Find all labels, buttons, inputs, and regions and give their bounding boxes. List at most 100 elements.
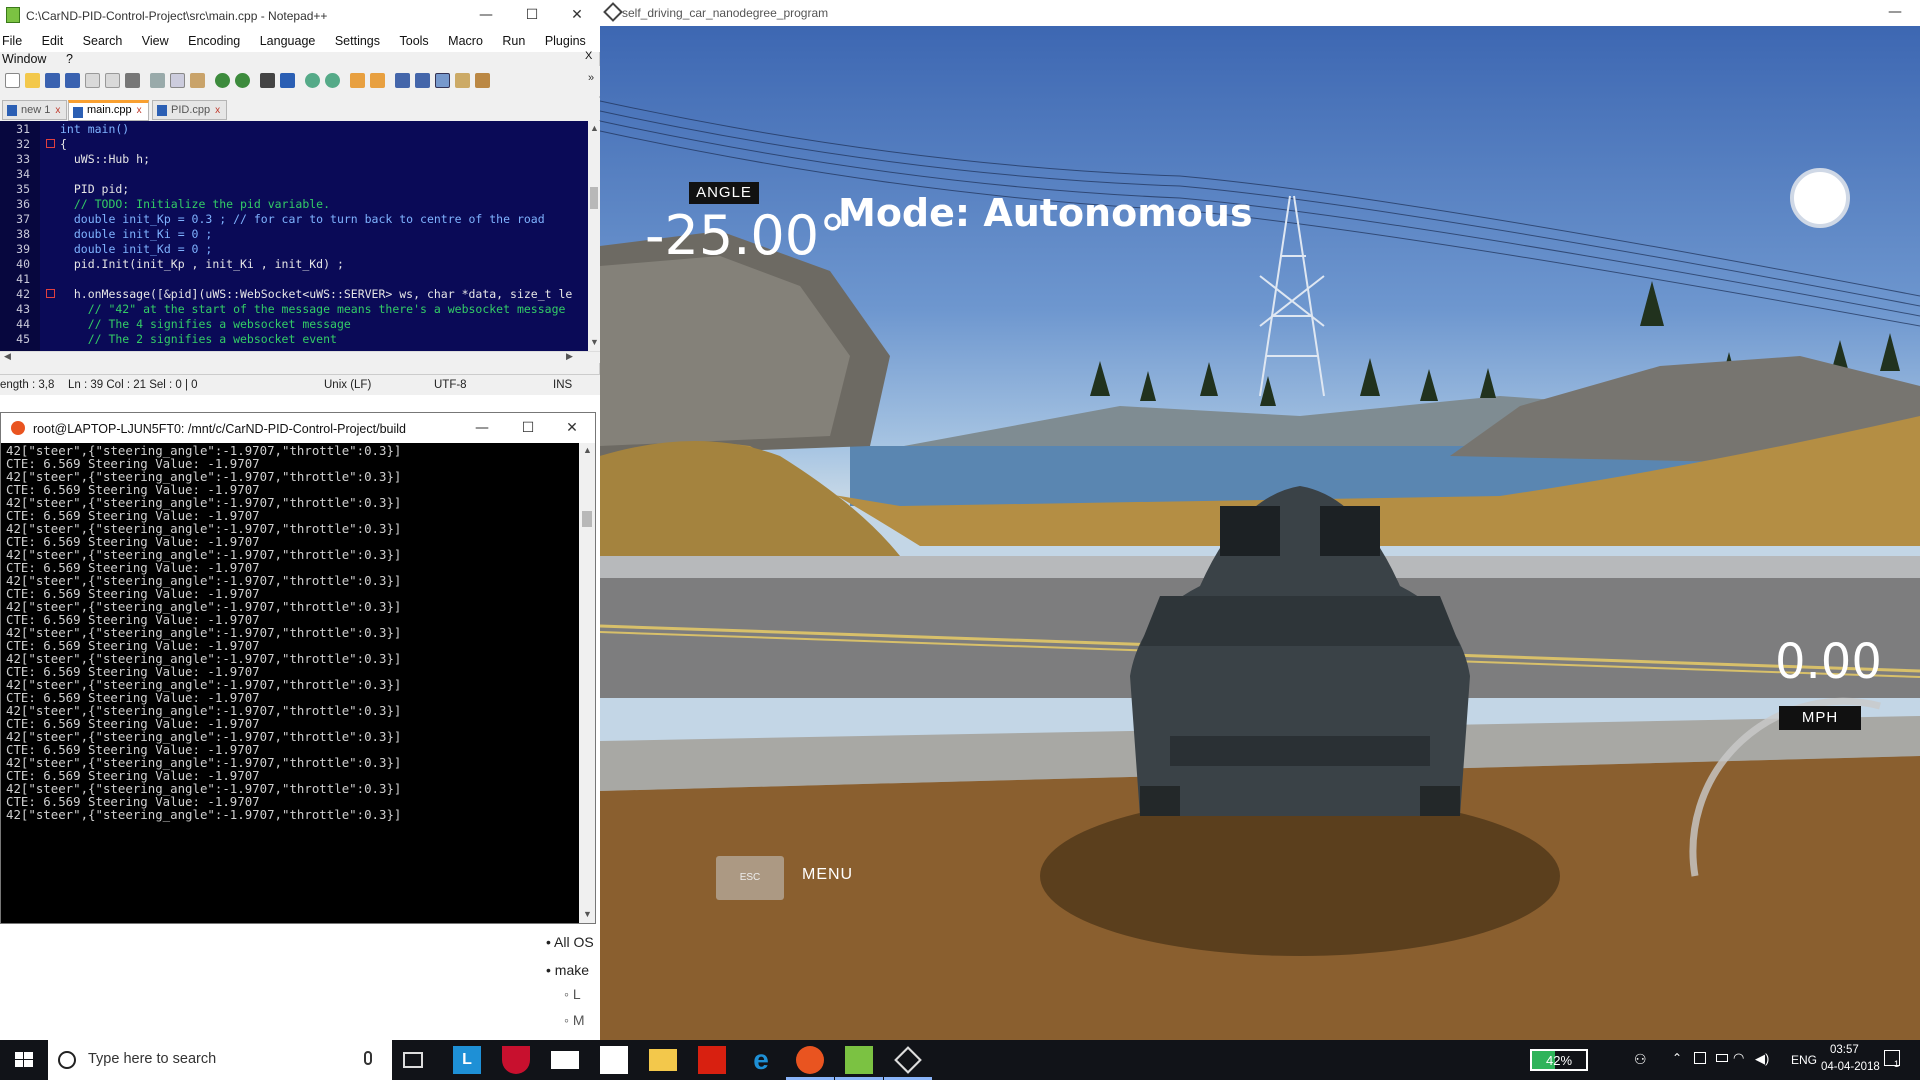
mail-icon[interactable] — [551, 1051, 579, 1069]
menu-close-doc[interactable]: X — [585, 50, 592, 62]
scroll-up-icon[interactable]: ▲ — [590, 123, 599, 133]
editor-horizontal-scrollbar[interactable]: ◀ ▶ — [0, 351, 600, 363]
menu-edit[interactable]: Edit — [42, 30, 64, 48]
scroll-down-icon[interactable]: ▼ — [583, 909, 592, 919]
battery-icon[interactable] — [1716, 1054, 1728, 1062]
app-l-icon[interactable]: L — [453, 1046, 481, 1074]
store-icon[interactable] — [600, 1046, 628, 1074]
simulator-titlebar[interactable]: self_driving_car_nanodegree_program — — [600, 0, 1920, 26]
tab-close-icon[interactable]: x — [55, 105, 60, 116]
scroll-left-icon[interactable]: ◀ — [4, 351, 11, 362]
open-file-icon[interactable] — [25, 73, 40, 88]
esc-button[interactable]: ESC — [716, 856, 784, 900]
save-all-icon[interactable] — [65, 73, 80, 88]
macro-record-icon[interactable] — [475, 73, 490, 88]
simulator-minimize-button[interactable]: — — [1872, 0, 1918, 27]
clock-date[interactable]: 04-04-2018 — [1821, 1061, 1880, 1073]
redo-icon[interactable] — [235, 73, 250, 88]
battery-indicator[interactable]: 42% — [1530, 1049, 1588, 1071]
paste-icon[interactable] — [190, 73, 205, 88]
notepadpp-window[interactable]: C:\CarND-PID-Control-Project\src\main.cp… — [0, 0, 600, 395]
menu-run[interactable]: Run — [502, 30, 525, 48]
terminal-titlebar[interactable]: root@LAPTOP-LJUN5FT0: /mnt/c/CarND-PID-C… — [1, 413, 595, 443]
fold-marker-icon[interactable] — [46, 289, 55, 298]
ubuntu-taskbar-icon[interactable] — [796, 1046, 824, 1074]
language-indicator[interactable]: ENG — [1791, 1053, 1817, 1067]
scroll-thumb[interactable] — [590, 187, 598, 209]
status-eol: Unix (LF) — [324, 379, 372, 391]
terminal-window[interactable]: root@LAPTOP-LJUN5FT0: /mnt/c/CarND-PID-C… — [0, 412, 596, 924]
menu-language[interactable]: Language — [260, 30, 316, 48]
taskbar-search-box[interactable]: Type here to search — [48, 1040, 392, 1080]
menu-settings[interactable]: Settings — [335, 30, 380, 48]
new-file-icon[interactable] — [5, 73, 20, 88]
undo-icon[interactable] — [215, 73, 230, 88]
print-icon[interactable] — [125, 73, 140, 88]
tab-new-1[interactable]: new 1 x — [2, 100, 68, 120]
network-icon[interactable] — [1694, 1052, 1706, 1064]
clock-time[interactable]: 03:57 — [1830, 1044, 1859, 1056]
notepadpp-maximize-button[interactable]: ☐ — [509, 0, 555, 30]
scroll-up-icon[interactable]: ▲ — [583, 445, 592, 455]
wifi-icon[interactable]: ◠ — [1733, 1050, 1744, 1066]
notepadpp-taskbar-icon[interactable] — [845, 1046, 873, 1074]
sync-scroll-icon[interactable] — [350, 73, 365, 88]
menu-encoding[interactable]: Encoding — [188, 30, 240, 48]
scroll-right-icon[interactable]: ▶ — [566, 351, 573, 362]
notepadpp-minimize-button[interactable]: — — [463, 0, 509, 30]
unity-taskbar-icon[interactable] — [894, 1046, 922, 1074]
cut-icon[interactable] — [150, 73, 165, 88]
terminal-minimize-button[interactable]: — — [459, 413, 505, 443]
toolbar-overflow-icon[interactable]: » — [588, 72, 594, 84]
chevron-up-icon[interactable]: ⌃ — [1672, 1051, 1682, 1065]
editor-vertical-scrollbar[interactable]: ▲ ▼ — [588, 121, 600, 351]
tab-close-icon[interactable]: x — [137, 105, 142, 116]
terminal-scrollbar[interactable]: ▲ ▼ — [579, 443, 595, 923]
save-icon[interactable] — [45, 73, 60, 88]
notepadpp-titlebar[interactable]: C:\CarND-PID-Control-Project\src\main.cp… — [0, 0, 600, 30]
find-icon[interactable] — [260, 73, 275, 88]
edge-icon[interactable]: e — [747, 1046, 775, 1074]
terminal-close-button[interactable]: ✕ — [549, 413, 595, 443]
app-red-icon[interactable] — [698, 1046, 726, 1074]
menu-search[interactable]: Search — [83, 30, 123, 48]
copy-icon[interactable] — [170, 73, 185, 88]
menu-tools[interactable]: Tools — [400, 30, 429, 48]
volume-icon[interactable]: ◀) — [1755, 1051, 1769, 1067]
mcafee-icon[interactable] — [502, 1046, 530, 1074]
terminal-output[interactable]: 42["steer",{"steering_angle":-1.9707,"th… — [1, 443, 579, 923]
tab-close-icon[interactable]: x — [215, 105, 220, 116]
menu-plugins[interactable]: Plugins — [545, 30, 586, 48]
menu-help[interactable]: ? — [66, 48, 73, 66]
menu-view[interactable]: View — [142, 30, 169, 48]
scroll-thumb[interactable] — [582, 511, 592, 527]
indent-guide-icon[interactable] — [435, 73, 450, 88]
line-number: 31 — [16, 122, 30, 136]
fold-marker-icon[interactable] — [46, 139, 55, 148]
sync-horizontal-icon[interactable] — [370, 73, 385, 88]
close-file-icon[interactable] — [85, 73, 100, 88]
menu-window[interactable]: Window — [2, 48, 46, 66]
code-editor[interactable]: 31 32 33 34 35 36 37 38 39 40 41 42 43 44 45 int main(… — [0, 121, 588, 351]
simulator-window[interactable]: self_driving_car_nanodegree_program — AN… — [600, 0, 1920, 1040]
terminal-maximize-button[interactable]: ☐ — [505, 413, 551, 443]
replace-icon[interactable] — [280, 73, 295, 88]
scroll-down-icon[interactable]: ▼ — [590, 337, 599, 347]
microphone-icon[interactable] — [364, 1051, 372, 1065]
zoom-out-icon[interactable] — [325, 73, 340, 88]
word-wrap-icon[interactable] — [395, 73, 410, 88]
tab-main-cpp[interactable]: main.cpp x — [68, 100, 149, 121]
tab-pid-cpp[interactable]: PID.cpp x — [152, 100, 228, 120]
start-button[interactable] — [0, 1040, 48, 1080]
people-icon[interactable]: ⚇ — [1634, 1051, 1647, 1068]
show-all-chars-icon[interactable] — [415, 73, 430, 88]
user-lang-icon[interactable] — [455, 73, 470, 88]
task-view-icon[interactable] — [403, 1052, 423, 1068]
menu-label[interactable]: MENU — [802, 866, 853, 884]
menu-macro[interactable]: Macro — [448, 30, 483, 48]
close-all-icon[interactable] — [105, 73, 120, 88]
file-explorer-icon[interactable] — [649, 1049, 677, 1071]
zoom-in-icon[interactable] — [305, 73, 320, 88]
menu-file[interactable]: File — [2, 30, 22, 48]
notepadpp-close-button[interactable]: ✕ — [554, 0, 600, 30]
